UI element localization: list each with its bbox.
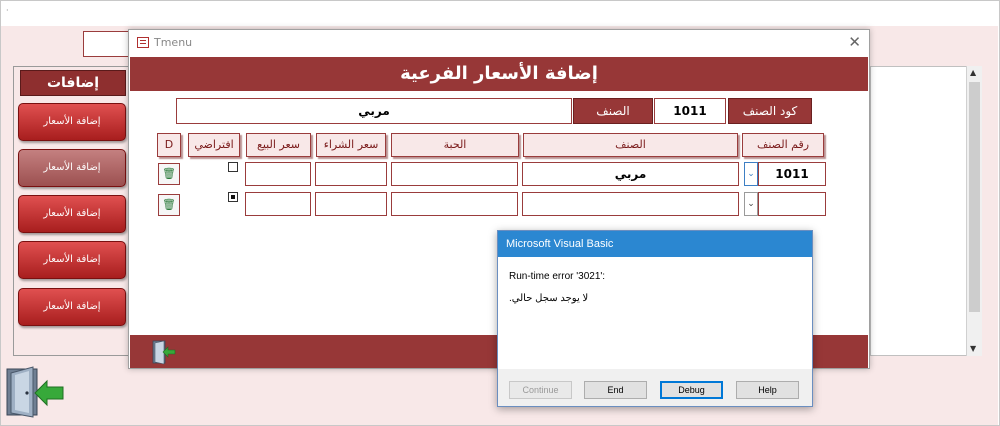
col-header-purchase-price: سعر الشراء [316, 133, 386, 157]
dialog-title[interactable]: Microsoft Visual Basic [498, 231, 812, 257]
sidebar-add-prices-button-2[interactable]: إضافة الأسعار [18, 149, 126, 187]
top-textbox[interactable] [83, 31, 133, 57]
close-icon[interactable]: ✕ [848, 33, 861, 51]
sidebar: إضافات إضافة الأسعار إضافة الأسعار إضافة… [13, 66, 131, 356]
row1-chevron-down-icon[interactable]: ⌄ [744, 162, 758, 186]
form-header: إضافة الأسعار الفرعية [130, 57, 868, 91]
row2-purchase-price[interactable] [315, 192, 387, 216]
col-header-sale-price: سعر البيع [246, 133, 311, 157]
sidebar-add-prices-button-1[interactable]: إضافة الأسعار [18, 103, 126, 141]
item-name-field[interactable]: مربي [176, 98, 572, 124]
sidebar-add-prices-button-3[interactable]: إضافة الأسعار [18, 195, 126, 233]
row2-chevron-down-icon[interactable]: ⌄ [744, 192, 758, 216]
col-header-item: الصنف [523, 133, 738, 157]
sidebar-title: إضافات [20, 70, 126, 96]
dialog-button-bar: Continue End Debug Help [498, 369, 812, 406]
scroll-down-arrow-icon[interactable]: ▼ [970, 344, 976, 353]
sidebar-add-prices-button-4[interactable]: إضافة الأسعار [18, 241, 126, 279]
row2-sale-price[interactable] [245, 192, 311, 216]
sidebar-add-prices-button-5[interactable]: إضافة الأسعار [18, 288, 126, 326]
row1-unit[interactable] [391, 162, 518, 186]
scroll-up-arrow-icon[interactable]: ▲ [970, 68, 976, 77]
row2-default-checkbox[interactable] [228, 192, 238, 202]
scroll-thumb[interactable] [969, 82, 980, 312]
item-label: الصنف [573, 98, 653, 124]
exit-door-icon[interactable] [5, 363, 67, 419]
row2-delete-icon[interactable]: 🗑 [158, 194, 180, 216]
row1-delete-icon[interactable]: 🗑 [158, 163, 180, 185]
col-header-unit: الحبة [391, 133, 519, 157]
row1-purchase-price[interactable] [315, 162, 387, 186]
window-title: Tmenu [154, 36, 193, 49]
item-code-field[interactable]: 1011 [654, 98, 726, 124]
corner-marker: · [6, 6, 9, 15]
row2-unit[interactable] [391, 192, 518, 216]
error-dialog: Microsoft Visual Basic Run-time error '3… [497, 230, 813, 407]
exit-form-icon[interactable] [152, 339, 176, 365]
end-button[interactable]: End [584, 381, 647, 399]
dialog-message: .لا يوجد سجل حالي [509, 293, 589, 304]
row2-item-no[interactable] [758, 192, 826, 216]
row1-sale-price[interactable] [245, 162, 311, 186]
continue-button[interactable]: Continue [509, 381, 572, 399]
vertical-scrollbar[interactable]: ▲ ▼ [966, 66, 982, 356]
col-header-delete: D [157, 133, 181, 157]
dialog-error-line: Run-time error '3021': [509, 271, 606, 282]
help-button[interactable]: Help [736, 381, 799, 399]
row2-item[interactable] [522, 192, 739, 216]
tmenu-titlebar[interactable]: Tmenu ✕ [129, 30, 869, 56]
item-code-label: كود الصنف [728, 98, 812, 124]
col-header-item-no: رقم الصنف [742, 133, 824, 157]
debug-button[interactable]: Debug [660, 381, 723, 399]
col-header-default: افتراضي [188, 133, 240, 157]
row1-default-checkbox[interactable] [228, 162, 238, 172]
form-icon [137, 37, 149, 48]
row1-item[interactable]: مربي [522, 162, 739, 186]
row1-item-no[interactable]: 1011 [758, 162, 826, 186]
